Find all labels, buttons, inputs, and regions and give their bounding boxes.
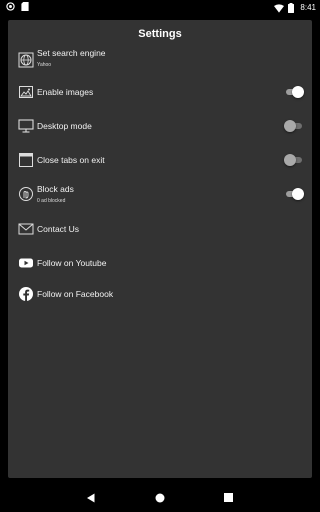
setting-block-ads[interactable]: Block ads 0 ad blocked: [8, 180, 312, 208]
navigation-bar: [0, 484, 320, 512]
battery-icon: [288, 3, 295, 13]
setting-close-tabs[interactable]: Close tabs on exit: [8, 146, 312, 174]
globe-icon: [18, 52, 34, 68]
close-tabs-toggle[interactable]: [284, 154, 304, 166]
setting-follow-youtube[interactable]: Follow on Youtube: [8, 249, 312, 277]
ad-block-icon: [19, 187, 33, 201]
setting-block-ads-label: Block ads: [37, 184, 74, 194]
setting-contact-us-label: Contact Us: [37, 224, 80, 234]
setting-enable-images[interactable]: Enable images: [8, 78, 312, 106]
facebook-icon: [19, 287, 33, 301]
setting-follow-facebook-label: Follow on Facebook: [37, 289, 114, 299]
setting-search-engine[interactable]: Set search engine Yahoo: [8, 46, 312, 74]
monitor-icon: [18, 119, 34, 133]
setting-close-tabs-label: Close tabs on exit: [37, 155, 105, 165]
status-time: 8:41: [300, 3, 316, 12]
setting-follow-facebook[interactable]: Follow on Facebook: [8, 280, 312, 308]
settings-panel: Settings Set search engine Yahoo Enable …: [8, 20, 312, 478]
recents-icon[interactable]: [224, 493, 233, 502]
youtube-icon: [19, 258, 33, 268]
window-icon: [19, 153, 33, 167]
status-bar: 8:41: [0, 0, 320, 16]
setting-contact-us[interactable]: Contact Us: [8, 215, 312, 243]
sd-card-icon: [21, 2, 29, 11]
enable-images-toggle[interactable]: [284, 86, 304, 98]
setting-follow-youtube-label: Follow on Youtube: [37, 258, 107, 268]
home-icon[interactable]: [155, 493, 165, 503]
setting-enable-images-label: Enable images: [37, 87, 94, 97]
app-notification-icon: [6, 2, 15, 11]
setting-search-engine-label: Set search engine: [37, 48, 106, 58]
mail-icon: [18, 223, 34, 235]
wifi-icon: [274, 3, 285, 13]
setting-desktop-mode[interactable]: Desktop mode: [8, 112, 312, 140]
image-icon: [19, 86, 33, 98]
setting-desktop-mode-label: Desktop mode: [37, 121, 92, 131]
ads-blocked-count: 0 ad blocked: [37, 198, 66, 204]
desktop-mode-toggle[interactable]: [284, 120, 304, 132]
setting-search-engine-value: Yahoo: [37, 62, 52, 68]
block-ads-toggle[interactable]: [284, 188, 304, 200]
back-icon[interactable]: [86, 493, 96, 503]
settings-title: Settings: [138, 28, 182, 40]
